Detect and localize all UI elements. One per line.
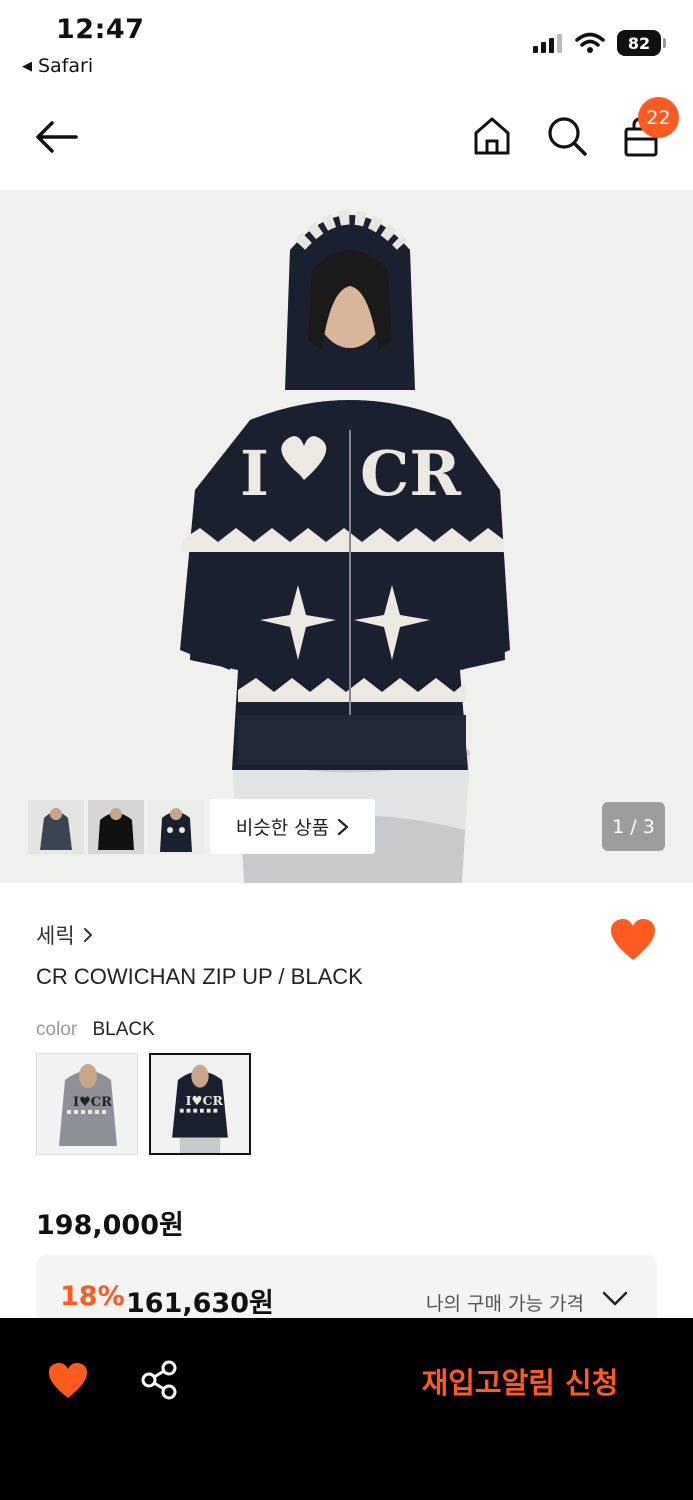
cart-count-badge: 22 <box>638 97 679 138</box>
chevron-down-icon[interactable] <box>602 1289 628 1309</box>
swatch-image: I♥CR <box>37 1054 137 1154</box>
status-icons: 82 <box>533 30 666 56</box>
back-app-label: Safari <box>38 55 94 77</box>
product-name: CR COWICHAN ZIP UP / BLACK <box>36 964 363 989</box>
color-value: BLACK <box>92 1019 155 1040</box>
chevron-right-icon <box>338 818 349 835</box>
status-bar: 12:47 ◀ Safari 82 <box>0 0 693 88</box>
my-price-label: 나의 구매 가능 가격 <box>426 1293 584 1315</box>
wishlist-heart-icon[interactable] <box>610 918 656 962</box>
wifi-icon <box>575 32 605 53</box>
top-nav <box>0 95 693 185</box>
color-row: color BLACK <box>36 1019 155 1041</box>
discount-percent: 18% <box>60 1281 125 1312</box>
share-icon[interactable] <box>140 1360 178 1400</box>
similar-products-label: 비슷한 상품 <box>235 817 330 839</box>
signal-icon <box>533 34 562 53</box>
gallery-thumbnail-strip <box>28 800 204 854</box>
heart-icon[interactable] <box>48 1362 88 1400</box>
gallery-thumbnail[interactable] <box>148 800 204 854</box>
home-icon[interactable] <box>472 115 512 157</box>
similar-products-button[interactable]: 비슷한 상품 <box>210 799 375 854</box>
back-triangle-icon: ◀ <box>22 58 32 74</box>
thumbnail-image <box>148 800 204 854</box>
thumbnail-image <box>28 800 84 854</box>
model-photo: I CR <box>0 190 693 883</box>
svg-text:I♥CR: I♥CR <box>186 1093 224 1108</box>
swatch-image: I♥CR <box>151 1055 249 1153</box>
brand-name: 세릭 <box>36 924 75 948</box>
restock-alert-button[interactable]: 재입고알림 신청 <box>400 1360 640 1400</box>
product-image[interactable]: I CR <box>0 190 693 883</box>
color-swatch-black[interactable]: I♥CR <box>149 1053 251 1155</box>
chevron-right-icon <box>83 928 92 942</box>
image-page-indicator: 1 / 3 <box>602 802 665 851</box>
back-arrow-icon[interactable] <box>34 117 80 157</box>
svg-text:CR: CR <box>360 437 461 510</box>
bottom-action-bar: 재입고알림 신청 <box>0 1318 693 1500</box>
battery-indicator: 82 <box>617 30 666 56</box>
gallery-thumbnail[interactable] <box>28 800 84 854</box>
discount-price: 161,630원 <box>126 1288 274 1319</box>
color-label: color <box>36 1019 78 1040</box>
back-to-app-link[interactable]: ◀ Safari <box>22 55 93 77</box>
thumbnail-image <box>88 800 144 854</box>
status-time: 12:47 <box>56 14 145 45</box>
search-icon[interactable] <box>546 115 588 157</box>
original-price: 198,000원 <box>36 1210 184 1241</box>
gallery-thumbnail[interactable] <box>88 800 144 854</box>
svg-text:I: I <box>240 437 269 510</box>
brand-link[interactable]: 세릭 <box>36 920 93 950</box>
color-swatch-grey[interactable]: I♥CR <box>36 1053 138 1155</box>
svg-text:I♥CR: I♥CR <box>73 1095 112 1110</box>
